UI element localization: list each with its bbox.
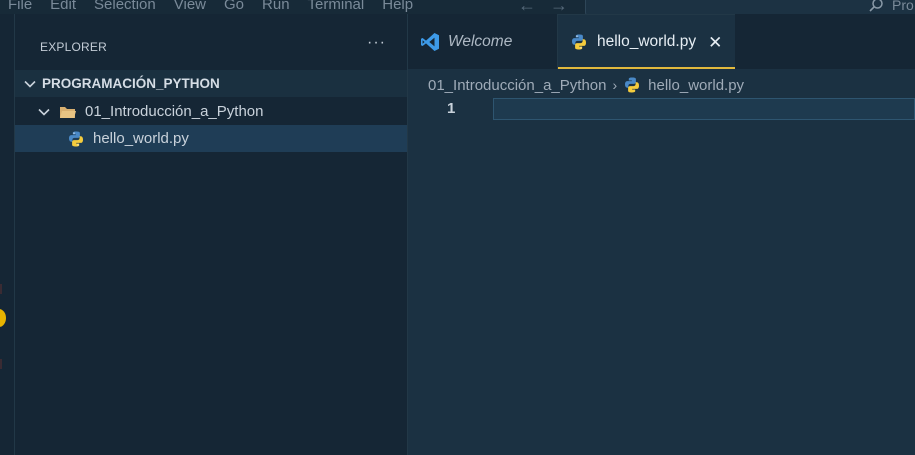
folder-open-icon	[60, 106, 76, 118]
menu-edit[interactable]: Edit	[50, 0, 76, 14]
activity-bar	[0, 14, 15, 455]
workspace-root[interactable]: PROGRAMACIÓN_PYTHON	[15, 70, 407, 97]
menu-go[interactable]: Go	[224, 0, 244, 14]
vscode-icon	[421, 32, 439, 51]
current-line-highlight[interactable]	[493, 98, 915, 120]
command-center[interactable]: Pro	[585, 0, 915, 14]
explorer-sidebar: EXPLORER ··· PROGRAMACIÓN_PYTHON 01_Intr…	[15, 14, 408, 455]
workspace-root-label: PROGRAMACIÓN_PYTHON	[42, 76, 220, 91]
more-actions-button[interactable]: ···	[367, 34, 386, 52]
menu-help[interactable]: Help	[382, 0, 413, 14]
notification-badge[interactable]	[0, 309, 6, 327]
chevron-down-icon	[24, 80, 36, 88]
menu-selection[interactable]: Selection	[94, 0, 156, 14]
menu-terminal[interactable]: Terminal	[308, 0, 365, 14]
explorer-title: EXPLORER	[40, 40, 107, 54]
line-number: 1	[447, 100, 456, 117]
arrow-right-icon[interactable]: →	[550, 0, 568, 14]
menu-run[interactable]: Run	[262, 0, 290, 14]
menu-bar: File Edit Selection View Go Run Terminal…	[0, 0, 915, 14]
tab-welcome-label: Welcome	[448, 32, 513, 50]
close-icon[interactable]: ✕	[708, 34, 722, 51]
python-icon	[625, 77, 640, 93]
activity-indicator	[0, 284, 2, 294]
tree-file-selected[interactable]: hello_world.py	[15, 125, 407, 152]
file-label: hello_world.py	[93, 130, 189, 147]
chevron-down-icon	[38, 108, 50, 116]
tree-folder[interactable]: 01_Introducción_a_Python	[15, 98, 407, 125]
arrow-left-icon[interactable]: ←	[518, 0, 536, 14]
editor-tab-bar: Welcome hello_world.py ✕	[408, 14, 915, 69]
activity-indicator	[0, 359, 2, 369]
tab-hello-world-label: hello_world.py	[597, 33, 697, 50]
menu-view[interactable]: View	[174, 0, 206, 14]
command-center-text: Pro	[892, 0, 914, 13]
folder-label: 01_Introducción_a_Python	[85, 103, 264, 120]
breadcrumb-folder[interactable]: 01_Introducción_a_Python	[428, 77, 606, 94]
python-icon	[69, 131, 83, 146]
chevron-right-icon: ›	[612, 77, 618, 93]
menu-file[interactable]: File	[8, 0, 32, 14]
search-icon	[869, 0, 883, 12]
menu-items: File Edit Selection View Go Run Terminal…	[8, 0, 431, 14]
breadcrumb-file[interactable]: hello_world.py	[648, 77, 744, 94]
breadcrumb: 01_Introducción_a_Python › hello_world.p…	[428, 75, 744, 95]
navigation-arrows: ← →	[518, 0, 568, 14]
tab-hello-world[interactable]: hello_world.py ✕	[558, 14, 735, 69]
python-icon	[572, 34, 586, 50]
tab-welcome[interactable]: Welcome	[408, 14, 558, 69]
